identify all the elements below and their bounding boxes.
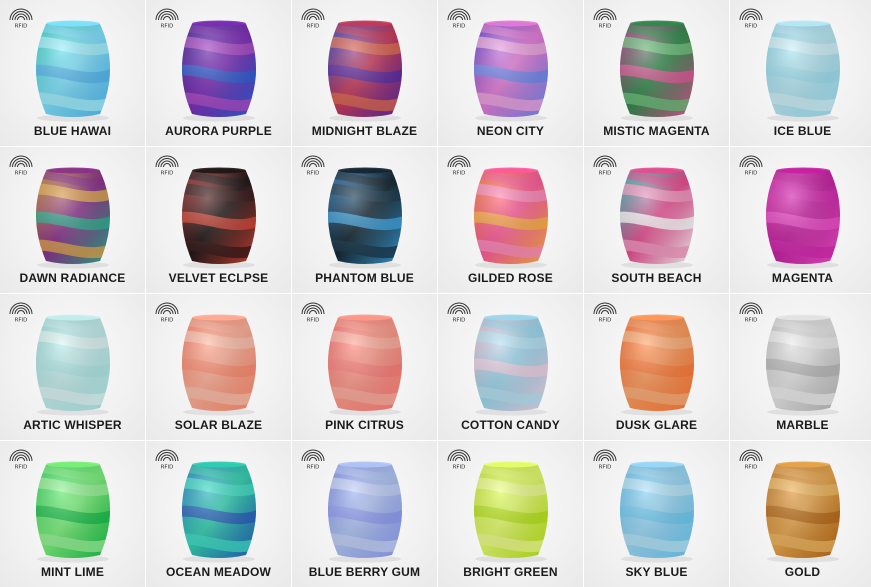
- spiral-vase-image: [328, 461, 402, 563]
- svg-text:RFID: RFID: [453, 171, 466, 177]
- spiral-vase-image: [620, 314, 694, 416]
- color-tile[interactable]: RFID SKY BLUE: [584, 441, 729, 587]
- svg-text:RFID: RFID: [307, 171, 320, 177]
- color-name-label: MISTIC MAGENTA: [603, 124, 710, 138]
- color-tile[interactable]: RFID BLUE HAWAI: [0, 0, 145, 146]
- spiral-vase-image: [36, 461, 110, 563]
- color-name-label: NEON CITY: [476, 124, 545, 138]
- color-tile[interactable]: RFID AURORA PURPLE: [146, 0, 291, 146]
- color-tile[interactable]: RFID BRIGHT GREEN: [438, 441, 583, 587]
- color-name-label: DUSK GLARE: [615, 418, 698, 432]
- spiral-vase-image: [766, 167, 840, 269]
- color-tile[interactable]: RFID MISTIC MAGENTA: [584, 0, 729, 146]
- color-tile[interactable]: RFID MARBLE: [730, 294, 871, 440]
- color-tile[interactable]: RFID BLUE BERRY GUM: [292, 441, 437, 587]
- color-name-label: PHANTOM BLUE: [315, 271, 414, 285]
- color-name-label: MARBLE: [776, 418, 829, 432]
- spiral-vase-image: [328, 167, 402, 269]
- spiral-vase-image: [766, 20, 840, 122]
- color-tile[interactable]: RFID MIDNIGHT BLAZE: [292, 0, 437, 146]
- color-tile[interactable]: RFID OCEAN MEADOW: [146, 441, 291, 587]
- svg-text:RFID: RFID: [599, 171, 612, 177]
- spiral-vase-image: [36, 314, 110, 416]
- svg-text:RFID: RFID: [745, 171, 758, 177]
- svg-text:RFID: RFID: [15, 171, 28, 177]
- svg-text:RFID: RFID: [599, 465, 612, 471]
- color-name-label: PINK CITRUS: [325, 418, 404, 432]
- svg-text:RFID: RFID: [745, 318, 758, 324]
- color-name-label: DAWN RADIANCE: [19, 271, 126, 285]
- color-tile[interactable]: RFID DAWN RADIANCE: [0, 147, 145, 293]
- svg-text:RFID: RFID: [161, 465, 174, 471]
- spiral-vase-image: [182, 461, 256, 563]
- filament-color-grid: RFID BLUE HAWAI RFID AURORA PURPLE RFID …: [0, 0, 871, 587]
- spiral-vase-image: [328, 20, 402, 122]
- svg-text:RFID: RFID: [15, 318, 28, 324]
- svg-text:RFID: RFID: [453, 465, 466, 471]
- spiral-vase-image: [620, 20, 694, 122]
- spiral-vase-image: [766, 461, 840, 563]
- color-name-label: SKY BLUE: [625, 565, 688, 579]
- spiral-vase-image: [182, 167, 256, 269]
- spiral-vase-image: [328, 314, 402, 416]
- color-tile[interactable]: RFID ICE BLUE: [730, 0, 871, 146]
- color-tile[interactable]: RFID NEON CITY: [438, 0, 583, 146]
- color-tile[interactable]: RFID VELVET ECLPSE: [146, 147, 291, 293]
- color-name-label: MINT LIME: [40, 565, 105, 579]
- color-tile[interactable]: RFID DUSK GLARE: [584, 294, 729, 440]
- spiral-vase-image: [766, 314, 840, 416]
- spiral-vase-image: [36, 167, 110, 269]
- spiral-vase-image: [36, 20, 110, 122]
- color-name-label: MIDNIGHT BLAZE: [311, 124, 418, 138]
- color-tile[interactable]: RFID COTTON CANDY: [438, 294, 583, 440]
- color-name-label: COTTON CANDY: [461, 418, 560, 432]
- color-tile[interactable]: RFID MINT LIME: [0, 441, 145, 587]
- svg-text:RFID: RFID: [599, 318, 612, 324]
- color-tile[interactable]: RFID SOLAR BLAZE: [146, 294, 291, 440]
- color-name-label: GOLD: [784, 565, 821, 579]
- color-name-label: ICE BLUE: [773, 124, 832, 138]
- color-name-label: AURORA PURPLE: [165, 124, 272, 138]
- svg-text:RFID: RFID: [161, 171, 174, 177]
- color-name-label: MAGENTA: [771, 271, 834, 285]
- svg-text:RFID: RFID: [161, 318, 174, 324]
- svg-text:RFID: RFID: [453, 318, 466, 324]
- color-tile[interactable]: RFID ARTIC WHISPER: [0, 294, 145, 440]
- color-tile[interactable]: RFID SOUTH BEACH: [584, 147, 729, 293]
- color-name-label: OCEAN MEADOW: [165, 565, 272, 579]
- svg-text:RFID: RFID: [15, 465, 28, 471]
- color-tile[interactable]: RFID PHANTOM BLUE: [292, 147, 437, 293]
- svg-text:RFID: RFID: [15, 24, 28, 30]
- color-tile[interactable]: RFID GOLD: [730, 441, 871, 587]
- color-tile[interactable]: RFID PINK CITRUS: [292, 294, 437, 440]
- svg-text:RFID: RFID: [161, 24, 174, 30]
- color-name-label: SOUTH BEACH: [611, 271, 702, 285]
- color-tile[interactable]: RFID MAGENTA: [730, 147, 871, 293]
- color-name-label: BRIGHT GREEN: [463, 565, 558, 579]
- svg-text:RFID: RFID: [307, 24, 320, 30]
- color-name-label: VELVET ECLPSE: [168, 271, 269, 285]
- svg-text:RFID: RFID: [307, 465, 320, 471]
- spiral-vase-image: [474, 167, 548, 269]
- color-name-label: ARTIC WHISPER: [23, 418, 122, 432]
- spiral-vase-image: [182, 20, 256, 122]
- svg-text:RFID: RFID: [453, 24, 466, 30]
- svg-text:RFID: RFID: [599, 24, 612, 30]
- color-name-label: GILDED ROSE: [468, 271, 553, 285]
- spiral-vase-image: [474, 314, 548, 416]
- spiral-vase-image: [182, 314, 256, 416]
- color-tile[interactable]: RFID GILDED ROSE: [438, 147, 583, 293]
- svg-text:RFID: RFID: [745, 24, 758, 30]
- spiral-vase-image: [474, 20, 548, 122]
- color-name-label: BLUE HAWAI: [33, 124, 112, 138]
- color-name-label: SOLAR BLAZE: [174, 418, 263, 432]
- spiral-vase-image: [474, 461, 548, 563]
- color-name-label: BLUE BERRY GUM: [308, 565, 421, 579]
- spiral-vase-image: [620, 167, 694, 269]
- svg-text:RFID: RFID: [745, 465, 758, 471]
- svg-text:RFID: RFID: [307, 318, 320, 324]
- spiral-vase-image: [620, 461, 694, 563]
